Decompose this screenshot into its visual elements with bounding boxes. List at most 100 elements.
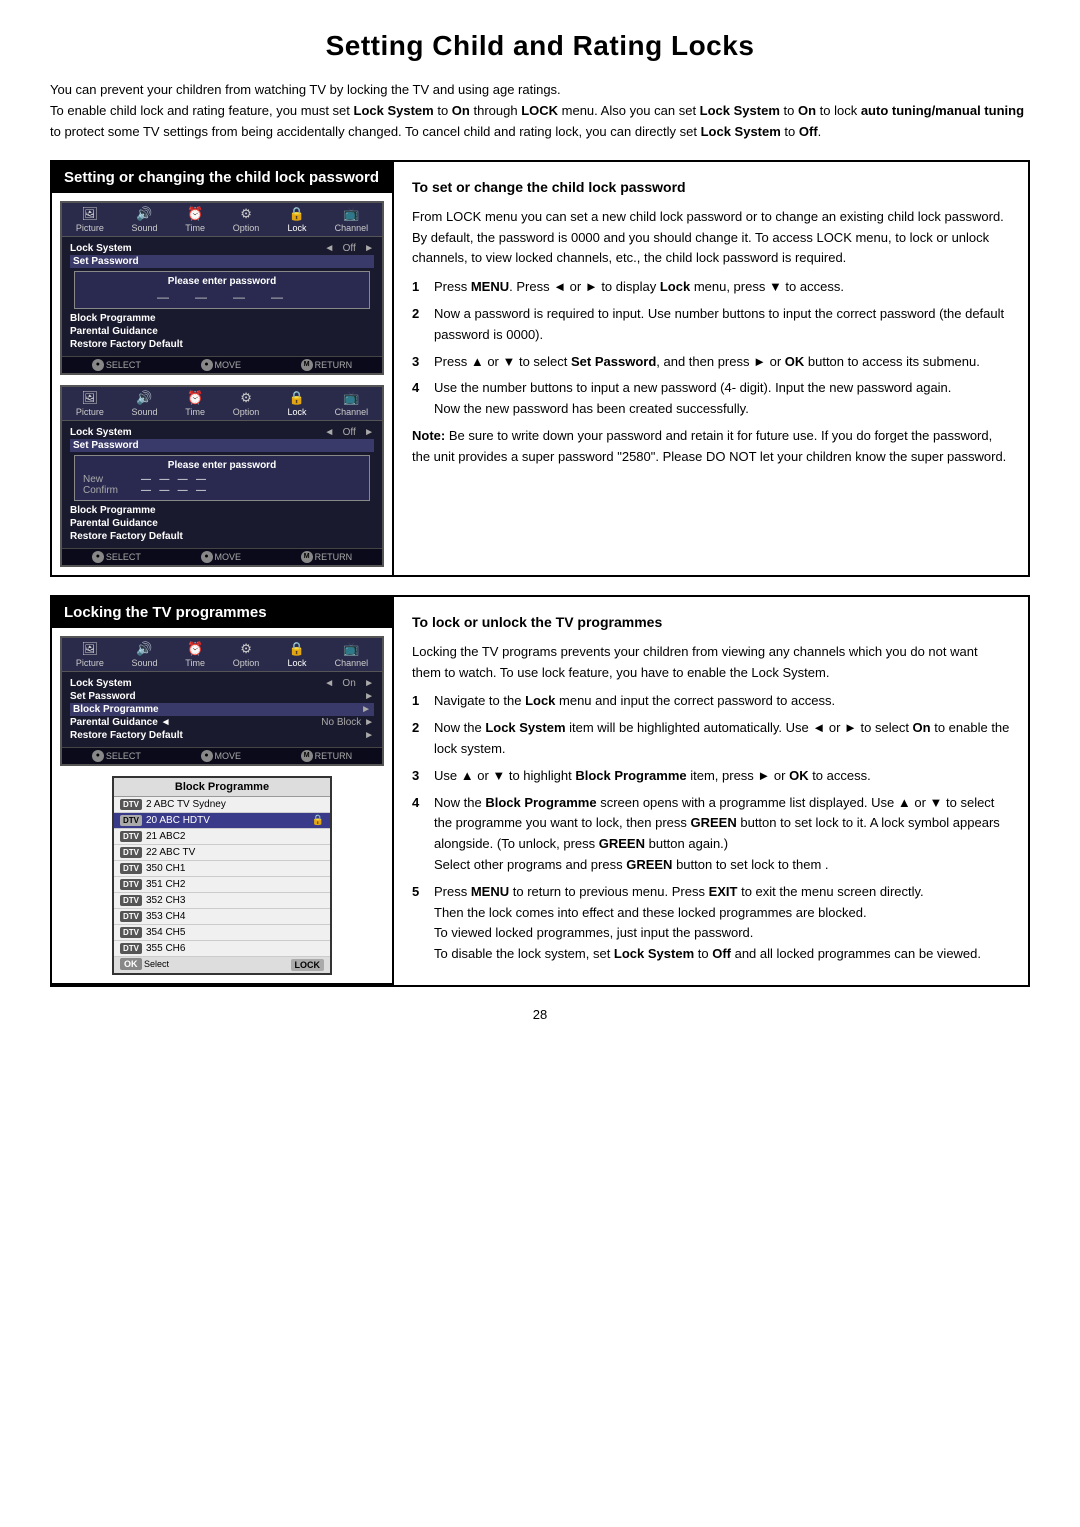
menu-item-channel-2: 📺 Channel: [335, 390, 369, 417]
row-parental-3: Parental Guidance ◄ No Block ►: [70, 716, 374, 729]
sound-icon-3: 🔊: [134, 641, 154, 657]
section2-steps: 1 Navigate to the Lock menu and input th…: [412, 691, 1010, 965]
bottom-bar-1: ● SELECT ● MOVE M RETURN: [62, 356, 382, 373]
step-1-3: 3 Press ▲ or ▼ to select Set Password, a…: [412, 352, 1010, 373]
row-restore-1: Restore Factory Default: [70, 338, 374, 351]
bottom-select-2: ● SELECT: [92, 551, 141, 563]
menu-item-option-3: ⚙ Option: [233, 641, 260, 668]
select-btn-3: ●: [92, 750, 104, 762]
block-prog-row-9: DTV 355 CH6: [114, 941, 330, 957]
bottom-move-1: ● MOVE: [201, 359, 242, 371]
menu-item-picture-2: 🖼 Picture: [76, 390, 104, 417]
bottom-bar-3: ● SELECT ● MOVE M RETURN: [62, 747, 382, 764]
menu-item-channel-1: 📺 Channel: [335, 206, 369, 233]
section1-note: Note: Be sure to write down your passwor…: [412, 426, 1010, 468]
popup-1: Please enter password — — — —: [74, 271, 370, 309]
menu-body-2: Lock System ◄ Off ► Set Password Please …: [62, 421, 382, 548]
section1-steps: 1 Press MENU. Press ◄ or ► to display Lo…: [412, 277, 1010, 420]
popup-2: Please enter password New — — — — Confir…: [74, 455, 370, 501]
bottom-return-1: M RETURN: [301, 359, 353, 371]
channel-icon-2: 📺: [341, 390, 361, 406]
block-prog-row-5: DTV 351 CH2: [114, 877, 330, 893]
section-locking-tv: Locking the TV programmes 🖼 Picture 🔊 So…: [50, 595, 1030, 987]
lock-icon-3: 🔒: [287, 641, 307, 657]
tv-screen-3: 🖼 Picture 🔊 Sound ⏰ Time ⚙ Option: [60, 636, 384, 766]
block-prog-row-4: DTV 350 CH1: [114, 861, 330, 877]
row-parental-2: Parental Guidance: [70, 517, 374, 530]
section2-right-title: To lock or unlock the TV programmes: [412, 611, 1010, 633]
option-icon-3: ⚙: [236, 641, 256, 657]
menu-item-sound-2: 🔊 Sound: [131, 390, 157, 417]
sound-icon-1: 🔊: [134, 206, 154, 222]
menu-item-time-3: ⏰ Time: [185, 641, 205, 668]
row-restore-2: Restore Factory Default: [70, 530, 374, 543]
section2-header: Locking the TV programmes: [52, 597, 392, 628]
section1-header: Setting or changing the child lock passw…: [52, 162, 392, 193]
row-lock-system-2: Lock System ◄ Off ►: [70, 426, 374, 439]
row-lock-system-1: Lock System ◄ Off ►: [70, 242, 374, 255]
block-prog-row-0: DTV 2 ABC TV Sydney: [114, 797, 330, 813]
menu-item-sound-1: 🔊 Sound: [131, 206, 157, 233]
menu-item-time-1: ⏰ Time: [185, 206, 205, 233]
section1-right-title: To set or change the child lock password: [412, 176, 1010, 198]
popup-row-new: New — — — —: [83, 474, 361, 485]
menu-item-time-2: ⏰ Time: [185, 390, 205, 417]
move-btn-1: ●: [201, 359, 213, 371]
section-child-lock-password: Setting or changing the child lock passw…: [50, 160, 1030, 577]
menu-item-option-1: ⚙ Option: [233, 206, 260, 233]
bottom-select-3: ● SELECT: [92, 750, 141, 762]
section1-screens: 🖼 Picture 🔊 Sound ⏰ Time ⚙ Option: [52, 193, 392, 575]
return-btn-1: M: [301, 359, 313, 371]
section2-screens: 🖼 Picture 🔊 Sound ⏰ Time ⚙ Option: [52, 628, 392, 983]
time-icon-3: ⏰: [185, 641, 205, 657]
block-programme-list: Block Programme DTV 2 ABC TV Sydney DTV …: [112, 776, 332, 975]
section1-intro-para: From LOCK menu you can set a new child l…: [412, 207, 1010, 269]
menu-bar-3: 🖼 Picture 🔊 Sound ⏰ Time ⚙ Option: [62, 638, 382, 672]
section2-intro-para: Locking the TV programs prevents your ch…: [412, 642, 1010, 684]
page-title: Setting Child and Rating Locks: [50, 30, 1030, 62]
ok-button-label: OK: [120, 958, 142, 970]
time-icon-2: ⏰: [185, 390, 205, 406]
time-icon-1: ⏰: [185, 206, 205, 222]
bottom-move-2: ● MOVE: [201, 551, 242, 563]
bottom-select-1: ● SELECT: [92, 359, 141, 371]
row-set-password-1: Set Password: [70, 255, 374, 268]
move-btn-3: ●: [201, 750, 213, 762]
bottom-return-2: M RETURN: [301, 551, 353, 563]
bottom-bar-2: ● SELECT ● MOVE M RETURN: [62, 548, 382, 565]
sound-icon-2: 🔊: [134, 390, 154, 406]
return-btn-3: M: [301, 750, 313, 762]
menu-item-lock-1: 🔒 Lock: [287, 206, 307, 233]
page-number: 28: [50, 1007, 1030, 1022]
row-block-prog-1: Block Programme: [70, 312, 374, 325]
move-btn-2: ●: [201, 551, 213, 563]
bottom-move-3: ● MOVE: [201, 750, 242, 762]
lock-icon-1: 🔒: [287, 206, 307, 222]
block-prog-row-6: DTV 352 CH3: [114, 893, 330, 909]
select-btn-2: ●: [92, 551, 104, 563]
row-restore-3: Restore Factory Default ►: [70, 729, 374, 742]
row-block-prog-2: Block Programme: [70, 504, 374, 517]
block-prog-row-3: DTV 22 ABC TV: [114, 845, 330, 861]
row-block-prog-3: Block Programme ►: [70, 703, 374, 716]
select-btn-1: ●: [92, 359, 104, 371]
lock-icon-2: 🔒: [287, 390, 307, 406]
step-2-4: 4 Now the Block Programme screen opens w…: [412, 793, 1010, 876]
step-2-1: 1 Navigate to the Lock menu and input th…: [412, 691, 1010, 712]
menu-item-option-2: ⚙ Option: [233, 390, 260, 417]
row-set-password-3: Set Password ►: [70, 690, 374, 703]
step-1-2: 2 Now a password is required to input. U…: [412, 304, 1010, 346]
channel-icon-1: 📺: [341, 206, 361, 222]
block-prog-row-8: DTV 354 CH5: [114, 925, 330, 941]
block-prog-row-1: DTV 20 ABC HDTV 🔒: [114, 813, 330, 829]
channel-icon-3: 📺: [341, 641, 361, 657]
tv-screen-1: 🖼 Picture 🔊 Sound ⏰ Time ⚙ Option: [60, 201, 384, 375]
popup-row-confirm: Confirm — — — —: [83, 485, 361, 496]
step-1-4: 4 Use the number buttons to input a new …: [412, 378, 1010, 420]
option-icon-2: ⚙: [236, 390, 256, 406]
menu-item-channel-3: 📺 Channel: [335, 641, 369, 668]
row-parental-1: Parental Guidance: [70, 325, 374, 338]
step-1-1: 1 Press MENU. Press ◄ or ► to display Lo…: [412, 277, 1010, 298]
section1-left: Setting or changing the child lock passw…: [52, 162, 392, 575]
block-prog-title: Block Programme: [114, 778, 330, 797]
